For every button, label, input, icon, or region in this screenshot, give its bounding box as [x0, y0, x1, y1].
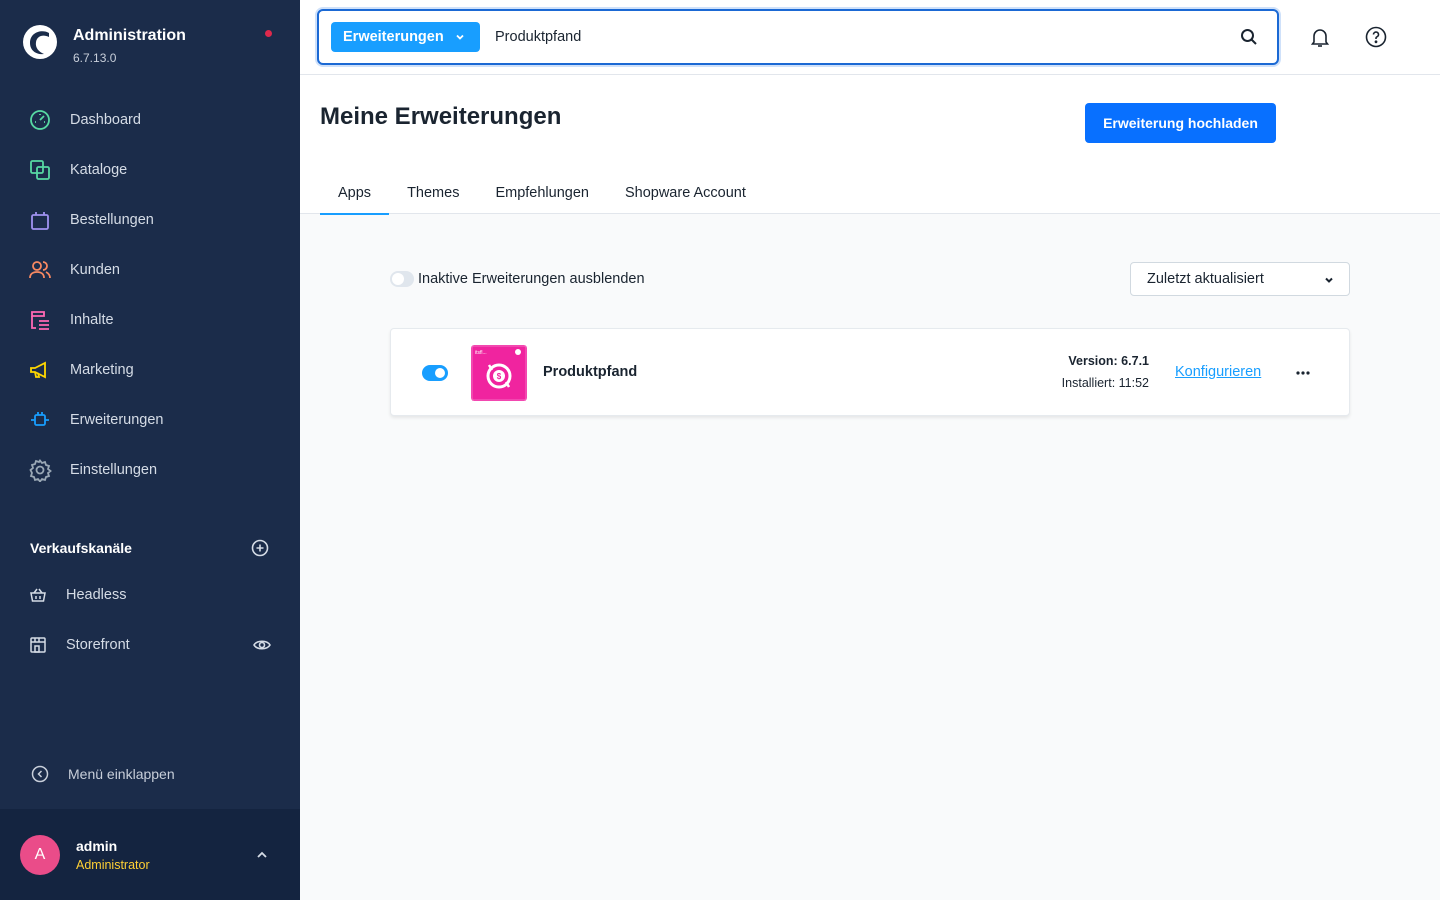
nav-label: Kataloge — [70, 162, 128, 178]
users-icon — [29, 261, 51, 279]
nav-item-catalogues[interactable]: Kataloge — [0, 145, 300, 195]
sort-select-value: Zuletzt aktualisiert — [1147, 271, 1264, 287]
nav-label: Erweiterungen — [70, 412, 164, 428]
sales-channel-label: Storefront — [66, 637, 130, 653]
gear-icon — [29, 458, 52, 482]
extension-logo-icon: itsfl... $ — [471, 345, 527, 401]
plus-circle-icon[interactable] — [250, 538, 270, 558]
nav-item-extensions[interactable]: Erweiterungen — [0, 395, 300, 445]
filter-row: Inaktive Erweiterungen ausblenden Zuletz… — [390, 262, 1350, 296]
hide-inactive-toggle[interactable] — [390, 271, 414, 287]
chevron-down-icon — [1325, 277, 1333, 283]
global-search: Erweiterungen — [317, 9, 1279, 65]
basket-icon — [30, 588, 46, 602]
extension-logo-text: itsfl... — [475, 350, 487, 356]
plug-icon — [31, 412, 49, 426]
main-nav: Dashboard Kataloge Bestellungen Kunden I… — [0, 95, 300, 495]
chevron-up-icon[interactable] — [252, 845, 272, 865]
nav-item-dashboard[interactable]: Dashboard — [0, 95, 300, 145]
extension-installed: Installiert: 11:52 — [1061, 376, 1149, 390]
content-icon — [31, 311, 49, 330]
tab-apps[interactable]: Apps — [320, 173, 390, 215]
topbar: Erweiterungen — [300, 0, 1440, 75]
svg-text:$: $ — [497, 372, 502, 381]
notification-dot — [265, 30, 272, 37]
brand[interactable]: Administration 6.7.13.0 — [22, 24, 186, 65]
storefront-icon — [30, 637, 46, 653]
sales-channels-title: Verkaufskanäle — [30, 540, 132, 556]
eye-icon[interactable] — [252, 635, 272, 655]
configure-link[interactable]: Konfigurieren — [1175, 364, 1261, 380]
user-role: Administrator — [76, 857, 150, 872]
nav-label: Kunden — [70, 262, 120, 278]
nav-label: Dashboard — [70, 112, 141, 128]
tabs: Apps Themes Empfehlungen Shopware Accoun… — [320, 173, 764, 215]
search-type-label: Erweiterungen — [343, 29, 444, 45]
sidebar: Administration 6.7.13.0 Dashboard Katalo… — [0, 0, 300, 900]
tab-recommendations[interactable]: Empfehlungen — [477, 173, 607, 214]
sales-channel-label: Headless — [66, 587, 127, 603]
bell-icon[interactable] — [1308, 25, 1332, 49]
search-type-dropdown[interactable]: Erweiterungen — [331, 22, 480, 52]
page-header: Meine Erweiterungen Erweiterung hochlade… — [300, 75, 1440, 215]
collapse-menu-button[interactable]: Menü einklappen — [30, 764, 175, 784]
nav-item-marketing[interactable]: Marketing — [0, 345, 300, 395]
nav-label: Einstellungen — [70, 462, 158, 478]
sales-channels-header: Verkaufskanäle — [30, 538, 270, 558]
extension-version: Version: 6.7.1 — [1068, 354, 1149, 368]
help-icon[interactable] — [1364, 25, 1388, 49]
nav-item-settings[interactable]: Einstellungen — [0, 445, 300, 495]
nav-label: Inhalte — [70, 312, 114, 328]
extension-name: Produktpfand — [543, 364, 638, 380]
more-options-icon[interactable] — [1293, 363, 1313, 383]
extension-active-toggle[interactable] — [422, 365, 448, 381]
avatar: A — [20, 834, 60, 875]
sales-channel-headless[interactable]: Headless — [0, 570, 300, 620]
products-icon — [30, 160, 50, 180]
page-title: Meine Erweiterungen — [320, 103, 562, 130]
upload-extension-button[interactable]: Erweiterung hochladen — [1085, 103, 1276, 143]
shopping-bag-icon — [31, 212, 49, 230]
hide-inactive-label: Inaktive Erweiterungen ausblenden — [418, 271, 645, 287]
sales-channels-list: Headless Storefront — [0, 570, 300, 670]
nav-item-content[interactable]: Inhalte — [0, 295, 300, 345]
tab-shopware-account[interactable]: Shopware Account — [607, 173, 764, 214]
nav-item-orders[interactable]: Bestellungen — [0, 195, 300, 245]
user-menu[interactable]: A admin Administrator — [0, 809, 300, 900]
search-icon[interactable] — [1239, 27, 1259, 47]
nav-label: Bestellungen — [70, 212, 154, 228]
chevron-down-icon — [456, 34, 464, 40]
nav-item-customers[interactable]: Kunden — [0, 245, 300, 295]
sales-channel-storefront[interactable]: Storefront — [0, 620, 300, 670]
shopware-logo-icon — [23, 25, 57, 59]
tab-themes[interactable]: Themes — [389, 173, 477, 214]
gauge-icon — [30, 110, 50, 130]
sort-select[interactable]: Zuletzt aktualisiert — [1130, 262, 1350, 296]
collapse-menu-label: Menü einklappen — [68, 766, 175, 782]
megaphone-icon — [30, 361, 46, 379]
brand-title: Administration — [73, 27, 186, 44]
nav-label: Marketing — [70, 362, 134, 378]
user-name: admin — [76, 837, 118, 854]
extension-card: itsfl... $ Produktpfand Version: 6.7.1 I… — [390, 328, 1350, 416]
brand-version: 6.7.13.0 — [73, 51, 117, 65]
chevron-left-circle-icon — [31, 765, 49, 783]
search-input[interactable] — [495, 25, 1195, 49]
